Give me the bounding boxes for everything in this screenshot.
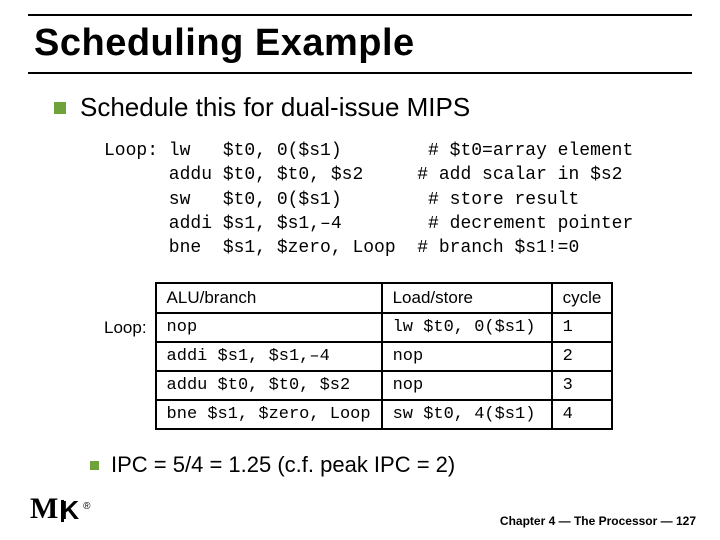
- table-corner-blank: [94, 283, 156, 313]
- code-block: Loop: lw $t0, 0($s1) # $t0=array element…: [104, 139, 690, 260]
- row-label: Loop:: [94, 313, 156, 342]
- logo-m-glyph: M: [30, 492, 58, 526]
- table-header-row: ALU/branch Load/store cycle: [94, 283, 612, 313]
- slide: Scheduling Example Schedule this for dua…: [0, 0, 720, 540]
- cell-ls: nop: [382, 371, 552, 400]
- ipc-text: IPC = 5/4 = 1.25 (c.f. peak IPC = 2): [111, 452, 455, 478]
- square-bullet-icon: [54, 102, 66, 114]
- col-header-cycle: cycle: [552, 283, 613, 313]
- bullet-main-text: Schedule this for dual-issue MIPS: [80, 92, 470, 123]
- slide-title: Scheduling Example: [34, 22, 415, 65]
- cell-ls: lw $t0, 0($s1): [382, 313, 552, 342]
- cell-alu: addu $t0, $t0, $s2: [156, 371, 382, 400]
- publisher-logo: M K ®: [30, 492, 88, 526]
- col-header-alu: ALU/branch: [156, 283, 382, 313]
- cell-cycle: 2: [552, 342, 613, 371]
- bullet-main: Schedule this for dual-issue MIPS: [54, 92, 690, 123]
- rule-top: [28, 14, 692, 16]
- cell-ls: sw $t0, 4($s1): [382, 400, 552, 429]
- slide-body: Schedule this for dual-issue MIPS Loop: …: [54, 92, 690, 478]
- ipc-bullet: IPC = 5/4 = 1.25 (c.f. peak IPC = 2): [90, 452, 690, 478]
- row-label-blank: [94, 371, 156, 400]
- table-row: addi $s1, $s1,–4 nop 2: [94, 342, 612, 371]
- row-label-blank: [94, 400, 156, 429]
- row-label-blank: [94, 342, 156, 371]
- registered-icon: ®: [83, 501, 90, 512]
- cell-alu: nop: [156, 313, 382, 342]
- cell-alu: addi $s1, $s1,–4: [156, 342, 382, 371]
- cell-cycle: 3: [552, 371, 613, 400]
- rule-bottom: [28, 72, 692, 74]
- logo-k-glyph: K: [60, 495, 79, 526]
- cell-alu: bne $s1, $zero, Loop: [156, 400, 382, 429]
- col-header-ls: Load/store: [382, 283, 552, 313]
- footer-text: Chapter 4 — The Processor — 127: [500, 514, 696, 528]
- square-bullet-icon: [90, 461, 99, 470]
- cell-ls: nop: [382, 342, 552, 371]
- cell-cycle: 4: [552, 400, 613, 429]
- table-row: bne $s1, $zero, Loop sw $t0, 4($s1) 4: [94, 400, 612, 429]
- schedule-table: ALU/branch Load/store cycle Loop: nop lw…: [94, 282, 613, 430]
- cell-cycle: 1: [552, 313, 613, 342]
- table-row: addu $t0, $t0, $s2 nop 3: [94, 371, 612, 400]
- table-row: Loop: nop lw $t0, 0($s1) 1: [94, 313, 612, 342]
